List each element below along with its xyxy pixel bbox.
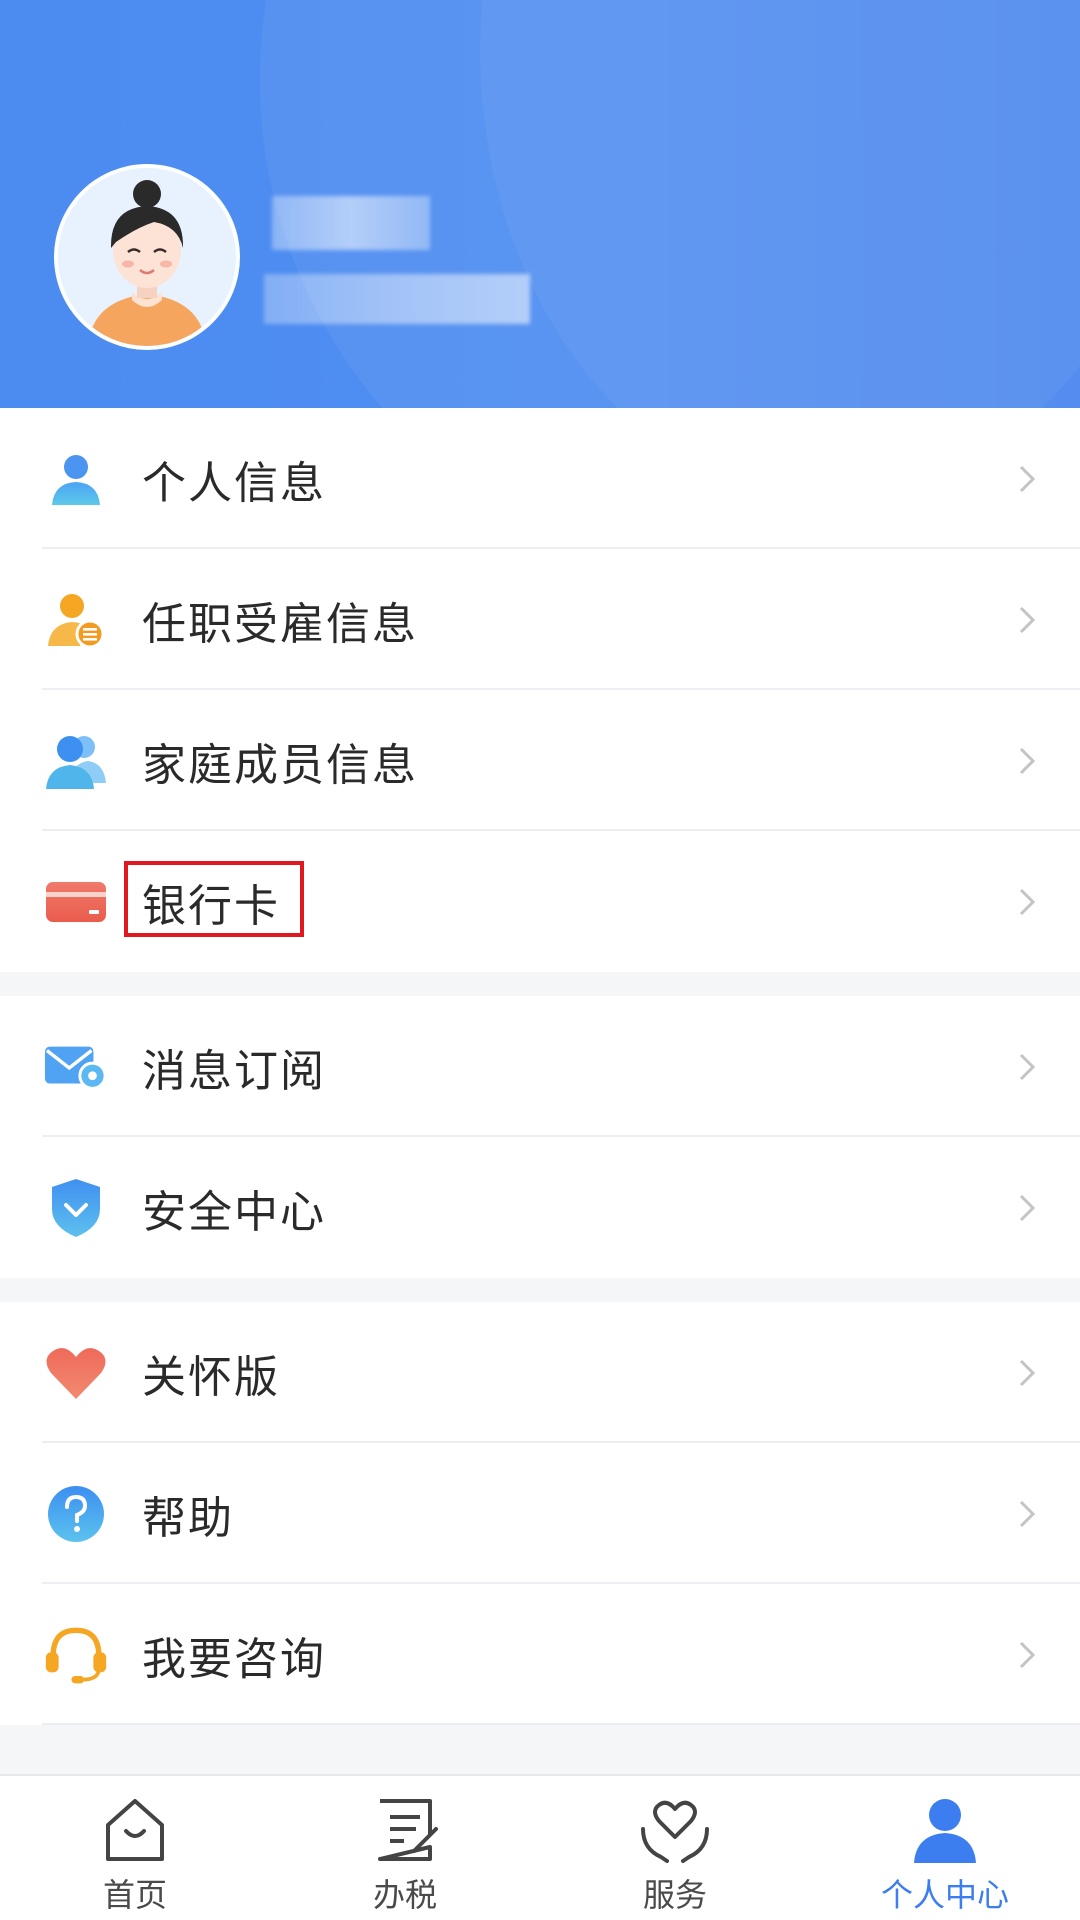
chevron-right-icon [1014,1353,1040,1393]
tab-home[interactable]: 首页 [0,1776,270,1920]
menu-item-label: 安全中心 [142,1186,326,1238]
menu-item-security-center[interactable]: 安全中心 [0,1137,1080,1278]
menu-group-settings: 消息订阅 安全中心 [0,996,1080,1278]
menu-item-label: 帮助 [142,1492,234,1544]
chevron-right-icon [1014,741,1040,781]
help-icon [44,1482,108,1546]
service-heart-icon [637,1792,713,1868]
tab-label: 个人中心 [880,1876,1009,1914]
chevron-right-icon [1014,882,1040,922]
menu-group-support: 关怀版 帮助 我要咨询 [0,1302,1080,1725]
bottom-nav: 首页 办税 服务 个人中心 [0,1774,1080,1920]
menu-item-care-edition[interactable]: 关怀版 [0,1302,1080,1443]
tab-personal-center[interactable]: 个人中心 [810,1776,1080,1920]
shield-icon [44,1176,108,1240]
menu-item-label: 关怀版 [142,1351,280,1403]
menu-item-label: 消息订阅 [142,1045,326,1097]
masked-user-name [272,196,430,250]
family-icon [44,729,108,793]
chevron-right-icon [1014,1188,1040,1228]
chevron-right-icon [1014,459,1040,499]
profile-icon [907,1792,983,1868]
masked-user-id [264,274,530,324]
menu-item-label: 任职受雇信息 [142,598,418,650]
tab-tax[interactable]: 办税 [270,1776,540,1920]
person-icon [44,447,108,511]
menu-item-label: 家庭成员信息 [142,739,418,791]
mail-settings-icon [44,1035,108,1099]
menu-item-help[interactable]: 帮助 [0,1443,1080,1584]
headset-icon [44,1623,108,1687]
header-decor-arc [480,0,1080,408]
chevron-right-icon [1014,1494,1040,1534]
heart-icon [44,1341,108,1405]
tab-label: 首页 [102,1876,167,1914]
tab-label: 办税 [372,1876,437,1914]
menu-item-personal-info[interactable]: 个人信息 [0,408,1080,549]
profile-header [0,0,1080,408]
menu-item-consult[interactable]: 我要咨询 [0,1584,1080,1725]
menu-group-personal: 个人信息 任职受雇信息 家庭成员信息 银行卡 [0,408,1080,972]
chevron-right-icon [1014,1047,1040,1087]
menu-item-label: 我要咨询 [142,1633,326,1685]
menu-item-label: 个人信息 [142,457,326,509]
menu-item-message-subscription[interactable]: 消息订阅 [0,996,1080,1137]
bank-card-icon [44,870,108,934]
menu-item-family-info[interactable]: 家庭成员信息 [0,690,1080,831]
menu-item-employment-info[interactable]: 任职受雇信息 [0,549,1080,690]
menu-item-label: 银行卡 [142,880,280,932]
chevron-right-icon [1014,600,1040,640]
menu-item-bank-card[interactable]: 银行卡 [0,831,1080,972]
chevron-right-icon [1014,1635,1040,1675]
avatar-illustration [58,168,236,346]
tax-form-icon [367,1792,443,1868]
tab-label: 服务 [642,1876,707,1914]
home-icon [97,1792,173,1868]
avatar[interactable] [54,164,240,350]
tab-services[interactable]: 服务 [540,1776,810,1920]
employment-icon [44,588,108,652]
